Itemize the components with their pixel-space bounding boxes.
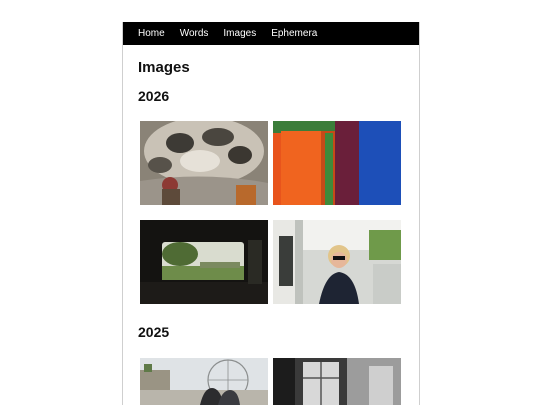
photo-fortress-plaza[interactable] xyxy=(140,358,268,405)
photo-bw-window-room[interactable] xyxy=(273,358,401,405)
section-year-heading: 2026 xyxy=(138,88,170,104)
nav-images-link[interactable]: Images xyxy=(223,28,256,39)
photo-color-field-painting[interactable] xyxy=(273,121,401,205)
page-frame: Home Words Images Ephemera Images 2026 2… xyxy=(122,22,420,405)
photo-person-in-truck[interactable] xyxy=(273,220,401,304)
section-year-heading: 2025 xyxy=(138,324,170,340)
nav-ephemera-link[interactable]: Ephemera xyxy=(271,28,317,39)
nav-words-link[interactable]: Words xyxy=(180,28,209,39)
nav-home-link[interactable]: Home xyxy=(138,28,165,39)
top-navigation: Home Words Images Ephemera xyxy=(123,22,419,45)
page-title: Images xyxy=(138,59,190,76)
photo-sculpture-dome[interactable] xyxy=(140,121,268,205)
photo-car-window-park[interactable] xyxy=(140,220,268,304)
